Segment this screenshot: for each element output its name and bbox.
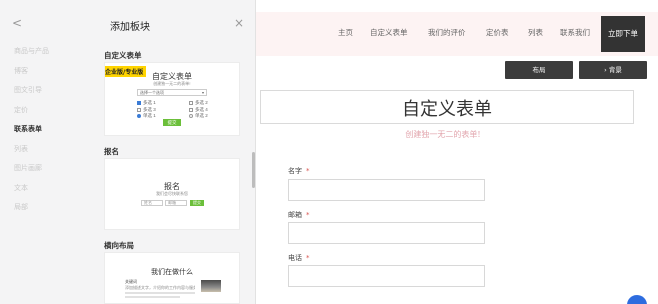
form-subtitle: 创建独一无二的表单! xyxy=(405,130,481,139)
preview-input: 姓名 xyxy=(141,200,163,206)
category-item[interactable]: 列表 xyxy=(0,140,96,160)
category-item[interactable]: 定价 xyxy=(0,101,96,121)
preview-select-value: 选择一个选项 xyxy=(140,90,164,95)
order-now-button[interactable]: 立即下单 xyxy=(601,16,645,52)
category-item[interactable]: 商品与产品 xyxy=(0,42,96,62)
section-title: 横向布局 xyxy=(104,241,134,250)
nav-item-reviews[interactable]: 我们的评价 xyxy=(428,27,466,38)
nav-item-contact[interactable]: 联系我们 xyxy=(560,27,590,38)
chevron-left-icon[interactable]: < xyxy=(12,16,22,30)
preview-option: 单选 2 xyxy=(189,113,208,119)
nav-item-list[interactable]: 列表 xyxy=(528,27,543,38)
site-preview: 主页 自定义表单 我们的评价 定价表 列表 联系我们 立即下单 布局 › 背景 … xyxy=(256,0,658,304)
field-label-name: 名字 * xyxy=(288,167,310,175)
form-title-box[interactable]: 自定义表单 xyxy=(260,90,634,124)
required-mark: * xyxy=(306,211,310,219)
checkbox-icon xyxy=(189,107,193,112)
required-mark: * xyxy=(306,254,310,262)
preview-subheading: 创建独一无二的表单! xyxy=(153,81,191,86)
preview-option: 多选 2 xyxy=(189,100,208,106)
field-label-email: 邮箱 * xyxy=(288,211,310,219)
email-input[interactable] xyxy=(288,222,485,244)
category-item[interactable]: 文本 xyxy=(0,179,96,199)
name-input[interactable] xyxy=(288,179,485,201)
close-icon[interactable]: × xyxy=(234,16,244,30)
chevron-down-icon: ▾ xyxy=(201,90,204,95)
preview-text-line xyxy=(125,296,180,298)
field-label-phone: 电话 * xyxy=(288,254,310,262)
preview-option: 单选 1 xyxy=(137,113,156,119)
preview-button: 提交 xyxy=(190,200,204,206)
checkbox-icon xyxy=(189,100,193,105)
preview-subheading: 我们会尽快联系您 xyxy=(156,191,188,196)
nav-item-pricing[interactable]: 定价表 xyxy=(486,27,509,38)
panel-scrollbar[interactable] xyxy=(252,152,255,188)
phone-input[interactable] xyxy=(288,265,485,287)
category-item[interactable]: 图片画廊 xyxy=(0,159,96,179)
preview-option: 多选 1 xyxy=(137,100,156,106)
layout-button[interactable]: 布局 xyxy=(505,61,573,79)
preview-submit: 提交 xyxy=(163,119,181,126)
preview-text-line xyxy=(125,292,195,294)
required-mark: * xyxy=(306,167,310,175)
add-section-panel: < 添加板块 × 商品与产品 博客 图文引导 定价 联系表单 列表 图片画廊 文… xyxy=(0,0,256,304)
background-button[interactable]: › 背景 xyxy=(579,61,647,79)
preview-select: 选择一个选项 ▾ xyxy=(137,89,207,96)
preview-heading: 我们在做什么 xyxy=(151,268,193,276)
form-title: 自定义表单 xyxy=(402,99,492,120)
category-list: 商品与产品 博客 图文引导 定价 联系表单 列表 图片画廊 文本 局部 xyxy=(0,42,96,218)
nav-item-custom-form[interactable]: 自定义表单 xyxy=(370,27,408,38)
panel-title: 添加板块 xyxy=(110,22,150,33)
category-item-contact-form[interactable]: 联系表单 xyxy=(0,120,96,140)
preview-input: 邮箱 xyxy=(165,200,187,206)
section-title: 报名 xyxy=(104,147,119,156)
template-card-signup[interactable]: 报名 我们会尽快联系您 姓名 邮箱 提交 xyxy=(104,158,240,230)
panel-header: < 添加板块 × xyxy=(0,0,256,48)
checkbox-icon xyxy=(137,100,141,105)
section-title: 自定义表单 xyxy=(104,51,142,60)
template-card-horizontal[interactable]: 我们在做什么 关键词 添加描述文字，介绍你的工作内容与服务。 xyxy=(104,252,240,304)
site-nav-bar: 主页 自定义表单 我们的评价 定价表 列表 联系我们 立即下单 xyxy=(256,12,658,56)
preview-label: 关键词 xyxy=(125,279,137,284)
template-card-custom-form[interactable]: 企业版/专业版 自定义表单 创建独一无二的表单! 选择一个选项 ▾ 多选 1 多… xyxy=(104,62,240,136)
category-item[interactable]: 局部 xyxy=(0,198,96,218)
category-item[interactable]: 博客 xyxy=(0,62,96,82)
category-item[interactable]: 图文引导 xyxy=(0,81,96,101)
preview-image xyxy=(201,280,221,292)
checkbox-icon xyxy=(137,107,141,112)
radio-icon xyxy=(189,113,193,118)
radio-icon xyxy=(137,113,141,118)
preview-text: 添加描述文字，介绍你的工作内容与服务。 xyxy=(125,285,195,290)
nav-item-home[interactable]: 主页 xyxy=(338,27,353,38)
